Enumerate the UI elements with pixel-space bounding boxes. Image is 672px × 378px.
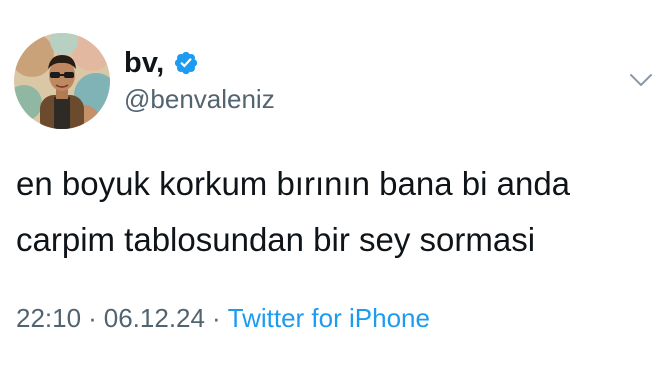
verified-badge-icon xyxy=(173,50,199,76)
avatar[interactable] xyxy=(14,33,110,129)
chevron-down-icon[interactable] xyxy=(629,72,653,88)
author-handle[interactable]: @benvaleniz xyxy=(124,84,275,115)
tweet-text: en boyuk korkum bırının bana bi anda car… xyxy=(16,156,656,268)
avatar-image xyxy=(14,33,110,129)
meta-separator: · xyxy=(211,303,221,333)
tweet-card: bv, @benvaleniz en boyuk korkum bırının … xyxy=(0,0,672,378)
tweet-time[interactable]: 22:10 xyxy=(16,303,81,333)
tweet-meta: 22:10 · 06.12.24 · Twitter for iPhone xyxy=(16,303,430,334)
tweet-text-line: carpim tablosundan bir sey sormasi xyxy=(16,221,536,258)
meta-separator: · xyxy=(88,303,97,333)
tweet-text-line: en boyuk korkum bırının bana bi anda xyxy=(16,165,571,202)
author-row: bv, xyxy=(124,45,199,81)
display-name[interactable]: bv, xyxy=(124,47,164,80)
tweet-source-link[interactable]: Twitter for iPhone xyxy=(228,303,430,333)
tweet-date[interactable]: 06.12.24 xyxy=(104,303,205,333)
